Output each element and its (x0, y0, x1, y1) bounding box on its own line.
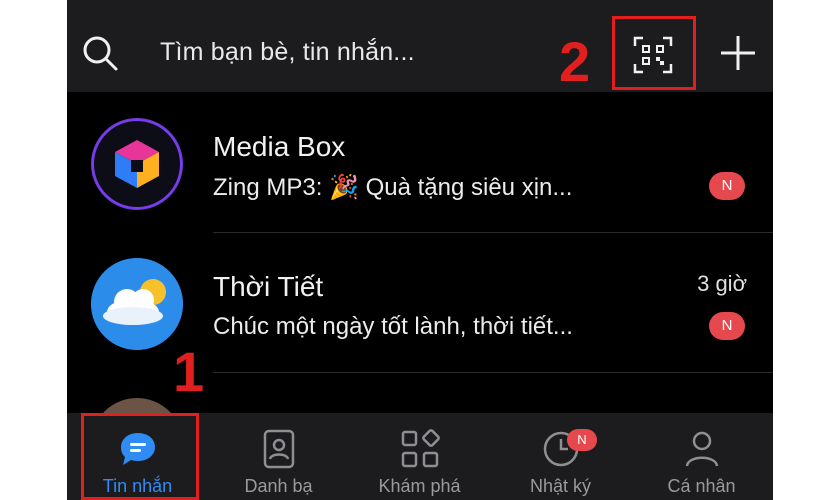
person-icon (685, 431, 718, 467)
add-plus-icon[interactable] (718, 33, 758, 73)
notification-badge: N (567, 429, 597, 451)
annotation-label-1: 1 (173, 340, 205, 403)
avatar (91, 258, 183, 350)
unread-badge: N (709, 172, 745, 200)
cube-logo-icon (92, 119, 182, 209)
contacts-icon (263, 429, 294, 469)
zalo-app-screen: Tìm bạn bè, tin nhắn... Media Box Zing M… (67, 0, 773, 500)
chat-name: Thời Tiết (213, 271, 324, 302)
search-input[interactable]: Tìm bạn bè, tin nhắn... (160, 38, 415, 67)
chat-last-message: Chúc một ngày tốt lành, thời tiết... (213, 313, 573, 340)
chat-time: 3 giờ (697, 271, 747, 296)
tab-kham-pha[interactable]: Khám phá (349, 413, 490, 500)
weather-cloud-sun-icon (91, 258, 183, 350)
qr-highlight-box (612, 16, 696, 90)
search-icon[interactable] (81, 34, 119, 72)
tab-nhat-ky[interactable]: N Nhật ký (490, 413, 631, 500)
list-divider (213, 372, 773, 373)
tab-label: Nhật ký (529, 476, 592, 496)
chat-last-message: Zing MP3: 🎉 Quà tặng siêu xịn... (213, 174, 573, 201)
chat-name: Media Box (213, 131, 346, 162)
unread-badge: N (709, 312, 745, 340)
tab-danh-ba[interactable]: Danh bạ (208, 413, 349, 500)
tab-label: Danh bạ (244, 476, 313, 496)
avatar (91, 118, 183, 210)
grid-discover-icon (401, 429, 440, 468)
tab-highlight-box (81, 413, 199, 500)
chat-list-item-media-box[interactable]: Media Box Zing MP3: 🎉 Quà tặng siêu xịn.… (67, 92, 773, 233)
tab-ca-nhan[interactable]: Cá nhân (631, 413, 772, 500)
annotation-label-2: 2 (559, 30, 591, 93)
tab-label: Cá nhân (667, 476, 736, 496)
tab-label: Khám phá (378, 476, 461, 496)
